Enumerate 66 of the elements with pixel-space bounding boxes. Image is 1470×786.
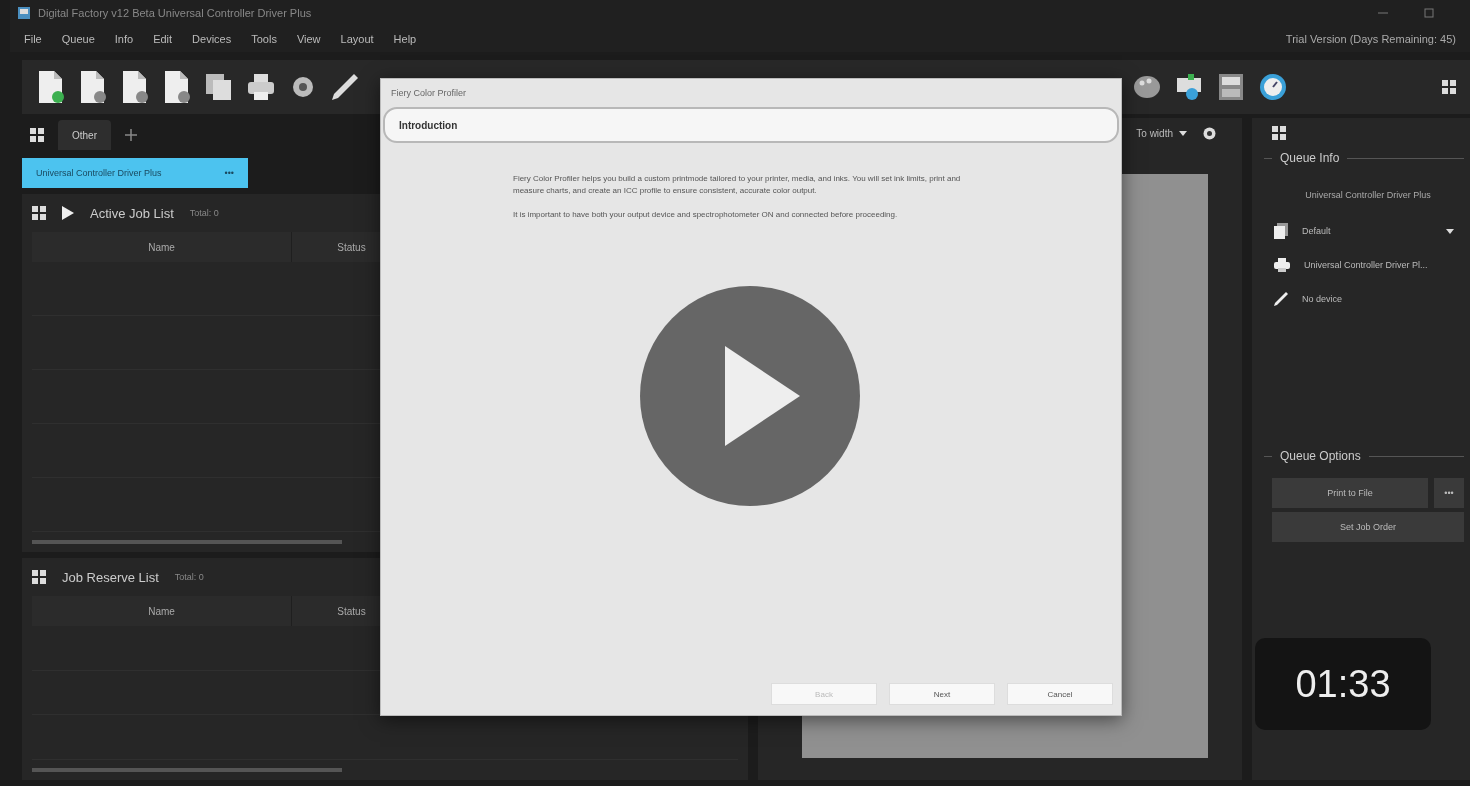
panel-title: Active Job List [90, 205, 174, 221]
app-icon [18, 7, 30, 19]
dialog-button[interactable]: Next [889, 683, 995, 705]
menu-item[interactable]: Info [114, 33, 134, 45]
dialog-button[interactable]: Cancel [1007, 683, 1113, 705]
document-icon[interactable] [36, 70, 66, 104]
job-total: Total: 0 [174, 572, 204, 582]
pen-icon [1274, 292, 1288, 306]
column-header[interactable]: Name [32, 232, 292, 262]
menu-item[interactable]: Layout [340, 33, 374, 45]
print-to-file-button[interactable]: Print to File [1272, 478, 1428, 508]
more-button[interactable]: ••• [1434, 478, 1464, 508]
set-job-order-button[interactable]: Set Job Order [1272, 512, 1464, 542]
menu-item[interactable]: Queue [61, 33, 95, 45]
maximize-icon[interactable] [1424, 8, 1434, 18]
grid-icon[interactable] [32, 570, 46, 584]
clock-icon[interactable] [1258, 72, 1288, 102]
menu-item[interactable]: File [24, 33, 42, 45]
grid-icon[interactable] [30, 128, 44, 142]
pen-icon[interactable] [330, 72, 360, 102]
info-label: Universal Controller Driver Pl... [1304, 260, 1429, 270]
column-header[interactable]: Name [32, 596, 292, 626]
queue-name: Universal Controller Driver Plus [1304, 189, 1432, 202]
document-icon[interactable] [162, 70, 192, 104]
printer-icon[interactable] [246, 72, 276, 102]
printer-icon[interactable] [1174, 72, 1204, 102]
zoom-dropdown[interactable]: To width [1136, 127, 1187, 139]
step-header: Introduction [383, 107, 1119, 143]
dialog-title: Fiery Color Profiler [390, 87, 467, 100]
panel-title: Job Reserve List [62, 569, 159, 585]
grid-icon[interactable] [1442, 80, 1456, 94]
document-stack-icon [1274, 223, 1288, 239]
info-label: No device [1302, 294, 1344, 304]
caret-icon [1179, 130, 1187, 136]
scrollbar[interactable] [32, 768, 342, 772]
device-icon[interactable] [1216, 72, 1246, 102]
grid-icon[interactable] [1272, 126, 1286, 140]
play-icon[interactable] [62, 206, 74, 220]
tab[interactable]: Other [58, 120, 111, 150]
menu-item[interactable]: Devices [192, 33, 232, 45]
scrollbar[interactable] [32, 540, 342, 544]
more-button[interactable]: ••• [224, 168, 234, 178]
job-total: Total: 0 [189, 208, 219, 218]
grid-icon[interactable] [32, 206, 46, 220]
trial-notice: Trial Version (Days Remaining: 45) [1285, 33, 1456, 45]
dialog-paragraph: It is important to have both your output device and spectrophotometer ON and connected before proceeding. [513, 209, 899, 221]
document-icon[interactable] [78, 70, 108, 104]
dialog-paragraph: Fiery Color Profiler helps you build a custom printmode tailored to your printer, media, and inks. You will set ink limits, print and measure charts, and create an ICC profile to ensure consistent, accurate color output. [513, 173, 962, 197]
document-icon[interactable] [120, 70, 150, 104]
video-timer: 01:33 [1255, 638, 1431, 730]
driver-name: Universal Controller Driver Plus [36, 168, 162, 178]
menu-item[interactable]: Edit [153, 33, 173, 45]
menu-item[interactable]: Help [393, 33, 417, 45]
caret-icon[interactable] [1446, 228, 1454, 234]
video-play-icon[interactable] [640, 286, 860, 506]
window-title: Digital Factory v12 Beta Universal Controller Driver Plus [38, 7, 312, 19]
plus-icon[interactable] [125, 129, 137, 141]
info-label: Default [1302, 226, 1332, 236]
section-title: Queue Options [1280, 449, 1361, 463]
printer-icon [1274, 258, 1290, 272]
driver-chip[interactable]: Universal Controller Driver Plus ••• [22, 158, 248, 188]
settings-icon[interactable] [1203, 126, 1216, 140]
copy-icon[interactable] [204, 72, 234, 102]
section-title: Queue Info [1280, 151, 1340, 165]
menu-item[interactable]: Tools [251, 33, 277, 45]
menu-item[interactable]: View [296, 33, 321, 45]
